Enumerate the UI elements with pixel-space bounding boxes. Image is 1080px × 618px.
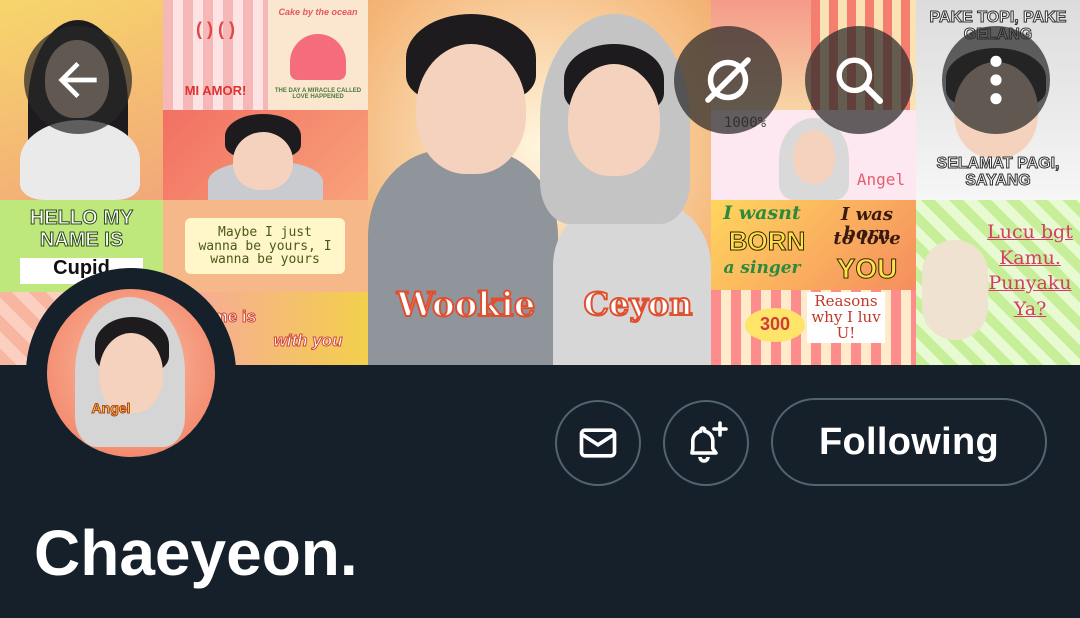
more-vertical-icon	[990, 55, 1002, 105]
more-options-button[interactable]	[942, 26, 1050, 134]
banner-sticker-born: BORN	[728, 226, 806, 256]
banner-sticker-name-is: NAME IS	[39, 229, 124, 251]
banner-sticker-angel: Angel	[856, 170, 906, 189]
banner-sticker-with-you: with you	[273, 331, 343, 350]
banner-sticker-mi-amor: MI AMOR!	[184, 83, 247, 98]
banner-sticker-reasons: Reasons why I luv U!	[807, 292, 885, 344]
banner-sticker-i-wasnt: I wasnt	[723, 202, 801, 224]
message-button[interactable]	[555, 400, 641, 486]
banner-tile: Cake by the ocean THE DAY A MIRACLE CALL…	[268, 0, 368, 110]
banner-sticker-maybe: Maybe I just wanna be yours, I wanna be …	[185, 218, 345, 274]
banner-tile: Lucu bgt Kamu. Punyaku Ya?	[916, 200, 1080, 365]
banner-sticker-selamat-pagi: SELAMAT PAGI, SAYANG	[936, 155, 1060, 189]
search-button[interactable]	[805, 26, 913, 134]
back-button[interactable]	[24, 26, 132, 134]
banner-tile: 300 Reasons why I luv U!	[711, 290, 916, 365]
bunny-plush-image	[922, 240, 988, 340]
banner-sticker-cake-title: Cake by the ocean	[278, 7, 358, 17]
banner-hoodie	[553, 200, 711, 365]
banner-tile: I wasnt BORN a singer I was born to love…	[711, 200, 916, 290]
banner-sticker-a-singer: a singer	[723, 258, 801, 278]
banner-face	[233, 132, 293, 190]
avatar[interactable]: Angel	[47, 289, 215, 457]
banner-sticker-lucu: Lucu bgt Kamu. Punyaku Ya?	[987, 221, 1073, 320]
display-name: Chaeyeon.	[34, 517, 358, 589]
bell-plus-icon	[690, 421, 728, 463]
avatar-caption: Angel	[91, 400, 131, 416]
banner-sticker-300: 300	[745, 308, 805, 342]
hide-button[interactable]	[674, 26, 782, 134]
banner-tile: Wookie Ceyon	[368, 0, 711, 365]
banner-face	[793, 130, 835, 184]
banner-tile: Maybe I just wanna be yours, I wanna be …	[163, 200, 368, 292]
banner-face	[416, 44, 526, 174]
arrow-left-icon	[58, 62, 97, 98]
following-button[interactable]: Following	[771, 398, 1047, 486]
banner-sticker-ceyon: Ceyon	[582, 285, 693, 323]
banner-sticker-hello: HELLO MY	[29, 207, 134, 229]
envelope-icon	[579, 428, 617, 458]
banner-tile: ( ) ( ) MI AMOR!	[163, 0, 268, 110]
cake-image	[290, 34, 346, 80]
banner-sticker-faces: ( ) ( )	[196, 19, 235, 39]
banner-sticker-cake-caption: THE DAY A MIRACLE CALLED LOVE HAPPENED	[274, 88, 362, 101]
banner-hoodie	[368, 150, 558, 365]
banner-face	[568, 64, 660, 176]
banner-tile	[163, 110, 368, 200]
banner-sticker-to-love: to love	[833, 228, 901, 249]
search-icon	[836, 57, 884, 105]
banner-sticker-you: YOU	[836, 253, 898, 284]
notifications-button[interactable]	[663, 400, 749, 486]
banner-sticker-wookie: Wookie	[396, 285, 537, 325]
eye-slash-icon	[705, 57, 751, 103]
